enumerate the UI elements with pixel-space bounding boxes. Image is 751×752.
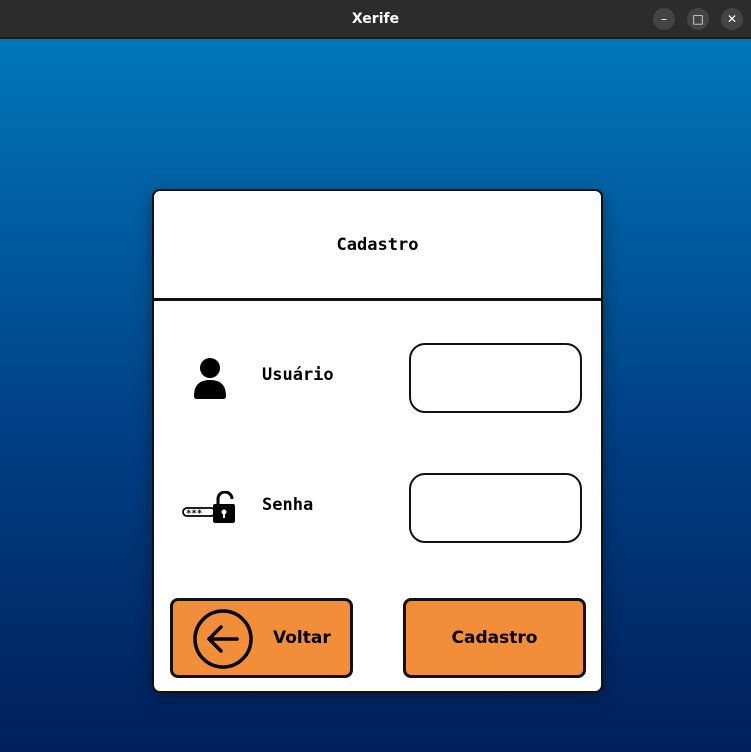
- password-label: Senha: [262, 495, 314, 515]
- user-icon: [182, 357, 238, 401]
- title-bar[interactable]: Xerife – □ ✕: [0, 0, 751, 38]
- user-label: Usuário: [262, 365, 334, 385]
- password-lock-icon: ***: [182, 487, 238, 531]
- form-title: Cadastro: [336, 234, 419, 255]
- register-card: Cadastro Usuário *** Senha Voltar Cadast…: [152, 189, 603, 693]
- arrow-left-circle-icon: [193, 609, 253, 669]
- register-label: Cadastro: [451, 628, 538, 648]
- app-window: Xerife – □ ✕ Cadastro Usuário *** Senha …: [0, 0, 751, 752]
- card-header: Cadastro: [154, 191, 601, 301]
- password-mask-text: ***: [186, 509, 202, 519]
- window-controls: – □ ✕: [653, 8, 743, 30]
- window-content: Cadastro Usuário *** Senha Voltar Cadast…: [0, 39, 751, 752]
- password-input[interactable]: [409, 473, 582, 543]
- register-button[interactable]: Cadastro: [403, 598, 586, 678]
- back-button[interactable]: Voltar: [170, 598, 353, 678]
- close-button[interactable]: ✕: [721, 8, 743, 30]
- minimize-button[interactable]: –: [653, 8, 675, 30]
- maximize-button[interactable]: □: [687, 8, 709, 30]
- user-row: Usuário: [154, 343, 601, 413]
- user-input[interactable]: [409, 343, 582, 413]
- password-row: *** Senha: [154, 473, 601, 543]
- window-title: Xerife: [351, 10, 400, 27]
- back-label: Voltar: [273, 628, 331, 648]
